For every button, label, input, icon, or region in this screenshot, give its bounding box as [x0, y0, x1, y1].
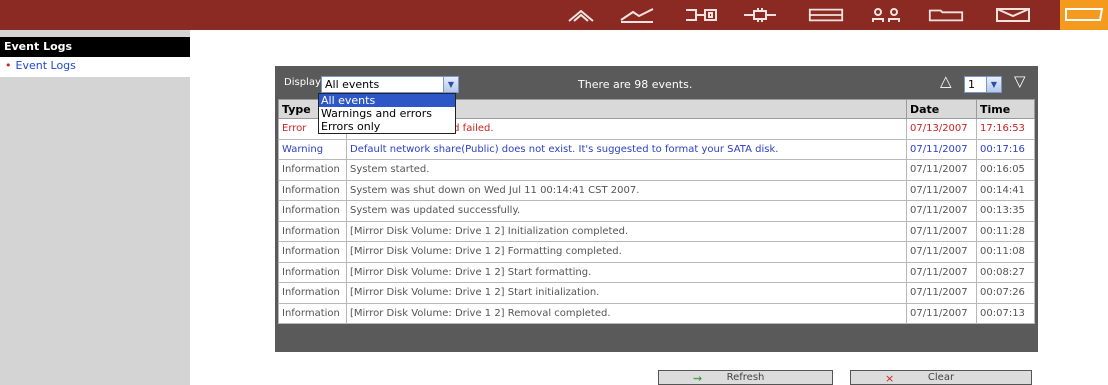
bullet-icon: • [5, 59, 12, 72]
cell-type: Information [278, 241, 347, 263]
cell-date: 07/11/2007 [906, 138, 977, 160]
event-count: There are 98 events. [578, 78, 693, 91]
page-select-value: 1 [968, 78, 975, 91]
table-row: Warning Default network share(Public) doe… [278, 138, 1035, 160]
cell-date: 07/11/2007 [906, 261, 977, 283]
dropdown-option[interactable]: Warnings and errors [319, 107, 455, 120]
cell-time: 00:08:27 [976, 261, 1035, 283]
cell-message: [Mirror Disk Volume: Drive 1 2] Start in… [346, 282, 907, 304]
cell-message: [Mirror Disk Volume: Drive 1 2] Removal … [346, 302, 907, 324]
cell-type: Information [278, 200, 347, 222]
chevron-down-icon[interactable]: ▼ [986, 77, 1001, 92]
users-icon[interactable] [870, 4, 906, 26]
table-row: Information [Mirror Disk Volume: Drive 1 … [278, 302, 1035, 324]
top-nav-bar [0, 0, 1108, 30]
cell-type: Information [278, 282, 347, 304]
cell-message: System started. [346, 159, 907, 181]
mail-icon[interactable] [995, 4, 1031, 26]
network-icon[interactable] [619, 4, 655, 26]
dropdown-option[interactable]: All events [319, 94, 455, 107]
cell-message: [Mirror Disk Volume: Drive 1 2] Initiali… [346, 220, 907, 242]
cell-message: [Mirror Disk Volume: Drive 1 2] Start fo… [346, 261, 907, 283]
cell-date: 07/11/2007 [906, 282, 977, 304]
table-row: Information [Mirror Disk Volume: Drive 1 … [278, 261, 1035, 283]
cell-date: 07/11/2007 [906, 302, 977, 324]
display-filter-select[interactable]: All events ▼ [321, 76, 459, 93]
cell-date: 07/11/2007 [906, 200, 977, 222]
home-icon[interactable] [563, 4, 599, 26]
column-header-date: Date [906, 99, 977, 119]
dropdown-option[interactable]: Errors only [319, 120, 455, 133]
cell-message: System was shut down on Wed Jul 11 00:14… [346, 179, 907, 201]
clear-button[interactable]: × Clear [850, 370, 1032, 385]
cell-time: 00:17:16 [976, 138, 1035, 160]
table-row: Information [Mirror Disk Volume: Drive 1 … [278, 282, 1035, 304]
cell-time: 00:07:26 [976, 282, 1035, 304]
table-row: Information System was shut down on Wed J… [278, 179, 1035, 201]
tag-icon[interactable] [1060, 0, 1108, 30]
cell-time: 00:14:41 [976, 179, 1035, 201]
cell-message: System was updated successfully. [346, 200, 907, 222]
connection-icon[interactable] [742, 4, 778, 26]
refresh-label: Refresh [726, 372, 765, 383]
sidebar: Event Logs • Event Logs [0, 30, 190, 385]
refresh-button[interactable]: ⇝ Refresh [658, 370, 833, 385]
cell-type: Information [278, 220, 347, 242]
display-label: Display [284, 77, 321, 88]
clear-label: Clear [927, 372, 955, 383]
cell-time: 00:13:35 [976, 200, 1035, 222]
display-filter-dropdown: All events Warnings and errors Errors on… [318, 93, 456, 134]
cell-time: 00:07:13 [976, 302, 1035, 324]
cell-time: 17:16:53 [976, 118, 1035, 140]
cell-type: Warning [278, 138, 347, 160]
cell-type: Information [278, 261, 347, 283]
chevron-down-icon[interactable]: ▼ [443, 77, 458, 92]
cell-type: Information [278, 179, 347, 201]
cell-type: Information [278, 159, 347, 181]
cell-time: 00:11:08 [976, 241, 1035, 263]
cell-date: 07/11/2007 [906, 220, 977, 242]
cell-type: Information [278, 302, 347, 324]
previous-page-icon[interactable]: △ [940, 72, 952, 90]
cell-date: 07/13/2007 [906, 118, 977, 140]
cell-time: 00:11:28 [976, 220, 1035, 242]
table-row: Information System was updated successful… [278, 200, 1035, 222]
cell-message: Default network share(Public) does not e… [346, 138, 907, 160]
sidebar-heading: Event Logs [0, 37, 190, 57]
sidebar-item-event-logs[interactable]: • Event Logs [0, 57, 190, 77]
cell-message: [Mirror Disk Volume: Drive 1 2] Formatti… [346, 241, 907, 263]
cell-date: 07/11/2007 [906, 179, 977, 201]
table-row: Information [Mirror Disk Volume: Drive 1 … [278, 241, 1035, 263]
page-select[interactable]: 1 ▼ [964, 76, 1002, 93]
table-row: Information System started. 07/11/2007 00:1… [278, 159, 1035, 181]
cell-time: 00:16:05 [976, 159, 1035, 181]
cell-date: 07/11/2007 [906, 241, 977, 263]
folder-icon[interactable] [928, 4, 964, 26]
next-page-icon[interactable]: ▽ [1014, 72, 1026, 90]
cell-date: 07/11/2007 [906, 159, 977, 181]
drive-icon[interactable] [808, 4, 844, 26]
display-filter-value: All events [325, 78, 380, 91]
storage-icon[interactable] [683, 4, 719, 26]
sidebar-item-label: Event Logs [15, 59, 76, 72]
column-header-time: Time [976, 99, 1035, 119]
table-row: Information [Mirror Disk Volume: Drive 1 … [278, 220, 1035, 242]
